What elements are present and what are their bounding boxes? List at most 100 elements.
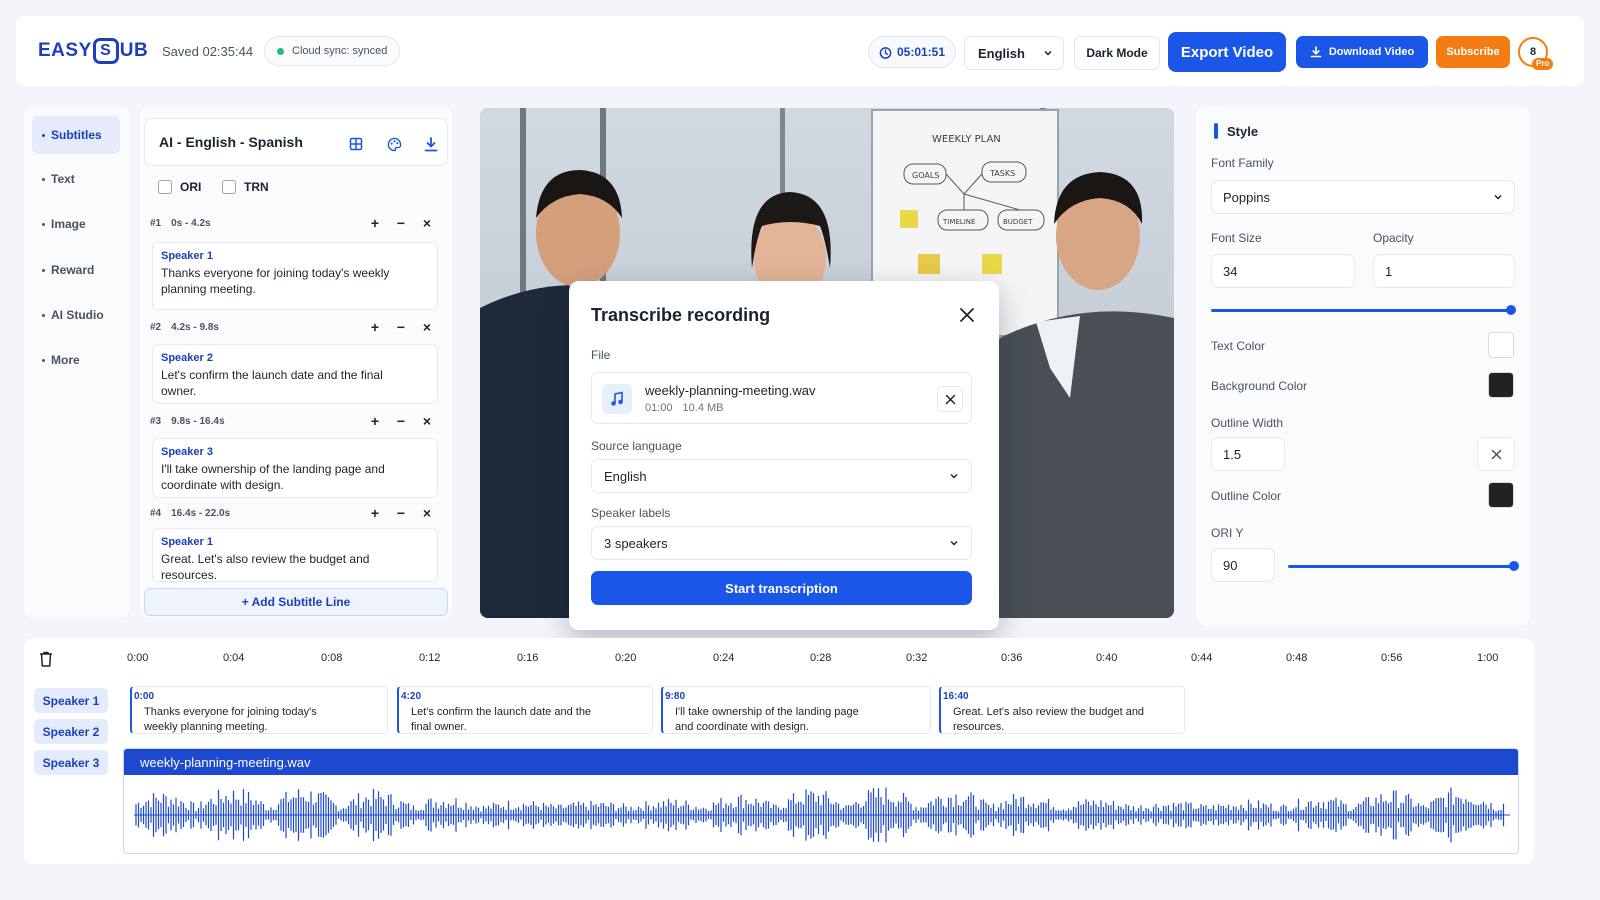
add-cue-button[interactable]: +	[368, 505, 382, 521]
cue-text[interactable]: Thanks everyone for joining today's week…	[161, 265, 391, 297]
timeline-cue[interactable]: 0:00 Thanks everyone for joining today's…	[130, 686, 388, 734]
ori-y-slider-handle[interactable]	[1509, 561, 1519, 571]
nav-item-reward[interactable]: Reward	[32, 251, 120, 289]
timeline-cue[interactable]: 16:40 Great. Let's also review the budge…	[939, 686, 1185, 734]
timeline-cue[interactable]: 9:80 I'll take ownership of the landing …	[661, 686, 931, 734]
cue-range: 4.2s - 9.8s	[171, 322, 219, 333]
trash-icon[interactable]	[38, 650, 54, 668]
delete-cue-button[interactable]: ×	[420, 505, 434, 521]
cue-meta: #2 4.2s - 9.8s	[150, 322, 219, 333]
add-subtitle-line-button[interactable]: + Add Subtitle Line	[144, 588, 448, 616]
cue-range: 16.4s - 22.0s	[171, 508, 231, 519]
cue-card[interactable]: Speaker 1 Great. Let's also review the b…	[152, 528, 438, 582]
clear-outline-button[interactable]	[1477, 437, 1515, 471]
close-icon[interactable]	[957, 305, 977, 325]
trn-toggle[interactable]: TRN	[222, 180, 269, 194]
timeline-cue[interactable]: 4:20 Let's confirm the launch date and t…	[397, 686, 653, 734]
add-cue-button[interactable]: +	[368, 319, 382, 335]
ori-toggle[interactable]: ORI	[158, 180, 201, 194]
ori-y-slider[interactable]	[1288, 565, 1514, 568]
font-family-label: Font Family	[1211, 156, 1274, 170]
download-video-button[interactable]: Download Video	[1296, 36, 1428, 68]
language-select[interactable]: English	[964, 36, 1064, 70]
nav-item-ai-studio[interactable]: AI Studio	[32, 296, 120, 334]
source-language-label: Source language	[591, 439, 682, 453]
remove-cue-button[interactable]: −	[394, 413, 408, 429]
font-family-select[interactable]: Poppins	[1211, 180, 1515, 214]
cue-text[interactable]: I'll take ownership of the landing page …	[161, 461, 391, 493]
speaker-track-2[interactable]: Speaker 2	[34, 719, 108, 744]
export-video-button[interactable]: Export Video	[1168, 32, 1286, 72]
remove-cue-button[interactable]: −	[394, 215, 408, 231]
delete-cue-button[interactable]: ×	[420, 413, 434, 429]
session-timer: 05:01:51	[868, 36, 956, 68]
ori-y-input[interactable]: 90	[1211, 548, 1275, 582]
cue-start-time: 0:00	[134, 691, 155, 702]
text-color-label: Text Color	[1211, 339, 1266, 353]
subscribe-button[interactable]: Subscribe	[1436, 36, 1510, 68]
speaker-track-1[interactable]: Speaker 1	[34, 688, 108, 713]
cloud-sync-status: Cloud sync: synced	[264, 36, 401, 66]
time-tick: 0:48	[1286, 652, 1308, 664]
cue-index: #2	[150, 322, 162, 333]
nav-item-text[interactable]: Text	[32, 160, 120, 198]
cue-text: I'll take ownership of the landing page …	[675, 706, 859, 733]
cue-meta: #1 0s - 4.2s	[150, 218, 211, 229]
remove-cue-button[interactable]: −	[394, 319, 408, 335]
nav-label: AI Studio	[51, 308, 104, 322]
delete-cue-button[interactable]: ×	[420, 215, 434, 231]
download-icon[interactable]	[418, 131, 444, 157]
chevron-down-icon	[1494, 194, 1502, 200]
time-tick: 0:40	[1096, 652, 1118, 664]
timeline-panel: 0:00 0:04 0:08 0:12 0:16 0:20 0:24 0:28 0:32 0:36…	[24, 638, 1534, 864]
add-cue-button[interactable]: +	[368, 413, 382, 429]
sync-dot-icon	[277, 47, 284, 55]
text-color-swatch[interactable]	[1488, 332, 1514, 358]
app-logo[interactable]: EASY S UB	[38, 38, 148, 64]
nav-label: Text	[51, 172, 75, 186]
cue-card[interactable]: Speaker 2 Let's confirm the launch date …	[152, 344, 438, 404]
source-language-select[interactable]: English	[591, 459, 972, 493]
outline-color-label: Outline Color	[1211, 489, 1282, 503]
grid-icon[interactable]	[343, 131, 369, 157]
nav-item-more[interactable]: More	[32, 341, 120, 379]
outline-width-input[interactable]: 1.5	[1211, 437, 1285, 471]
cue-controls: + − ×	[368, 215, 434, 231]
audio-track[interactable]: weekly-planning-meeting.wav	[123, 748, 1519, 854]
speaker-labels-select[interactable]: 3 speakers	[591, 526, 972, 560]
cue-card[interactable]: Speaker 1 Thanks everyone for joining to…	[152, 242, 438, 310]
logo-badge: S	[92, 38, 119, 64]
opacity-slider[interactable]	[1211, 309, 1511, 312]
nav-item-subtitles[interactable]: Subtitles	[32, 116, 120, 154]
time-tick: 0:24	[713, 652, 735, 664]
cue-text[interactable]: Let's confirm the launch date and the fi…	[161, 367, 391, 399]
file-size: 10.4 MB	[682, 402, 724, 414]
opacity-input[interactable]: 1	[1373, 254, 1515, 288]
waveform	[134, 787, 1510, 843]
logo-text-left: EASY	[38, 40, 92, 61]
remove-cue-button[interactable]: −	[394, 505, 408, 521]
cue-controls: + − ×	[368, 413, 434, 429]
cue-index: #4	[150, 508, 162, 519]
delete-cue-button[interactable]: ×	[420, 319, 434, 335]
font-size-input[interactable]: 34	[1211, 254, 1355, 288]
ori-label: ORI	[180, 180, 202, 194]
speaker-track-3[interactable]: Speaker 3	[34, 750, 108, 775]
opacity-label: Opacity	[1373, 231, 1414, 245]
track-title: AI - English - Spanish	[159, 134, 303, 150]
remove-file-button[interactable]	[937, 386, 963, 412]
dark-mode-button[interactable]: Dark Mode	[1074, 36, 1160, 70]
bullet-icon	[42, 358, 45, 362]
cue-text[interactable]: Great. Let's also review the budget and …	[161, 551, 391, 583]
opacity-slider-handle[interactable]	[1506, 305, 1516, 315]
outline-color-swatch[interactable]	[1488, 482, 1514, 508]
nav-item-image[interactable]: Image	[32, 205, 120, 243]
sync-label: Cloud sync: synced	[292, 45, 388, 57]
cue-card[interactable]: Speaker 3 I'll take ownership of the lan…	[152, 438, 438, 498]
cue-controls: + − ×	[368, 319, 434, 335]
cue-speaker: Speaker 3	[161, 446, 213, 458]
add-cue-button[interactable]: +	[368, 215, 382, 231]
start-transcription-button[interactable]: Start transcription	[591, 571, 972, 605]
background-color-swatch[interactable]	[1488, 372, 1514, 398]
palette-icon[interactable]	[381, 131, 407, 157]
